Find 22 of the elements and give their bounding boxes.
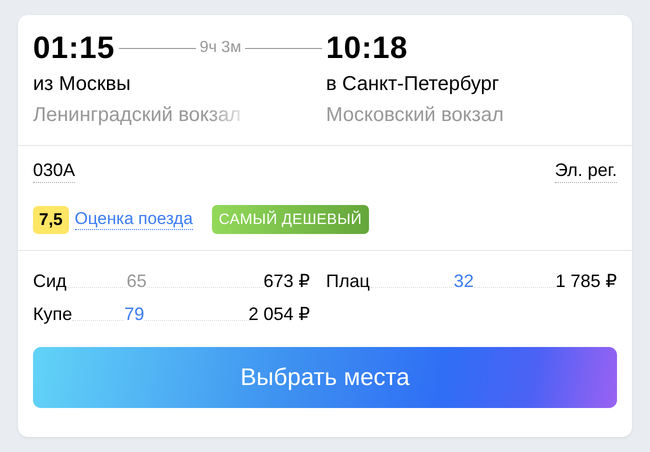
seat-count: 79 bbox=[124, 304, 144, 325]
arrival-station: Московский вокзал bbox=[326, 104, 504, 127]
departure-time: 01:15 bbox=[33, 30, 115, 66]
seat-count: 65 bbox=[126, 271, 147, 292]
fare-price: 1 785 ₽ bbox=[556, 271, 617, 292]
arrival-city: в Санкт-Петербург bbox=[326, 73, 500, 96]
fare-class: Плац bbox=[326, 271, 370, 292]
fare-price: 2 054 ₽ bbox=[248, 304, 310, 325]
rating-link[interactable]: Оценка поезда bbox=[74, 209, 193, 230]
choose-seats-button[interactable]: Выбрать места bbox=[33, 347, 617, 408]
trip-duration: 9ч 3м bbox=[200, 39, 242, 57]
rating-score: 7,5 bbox=[33, 206, 69, 234]
fare-price: 673 ₽ bbox=[264, 271, 310, 292]
cheapest-tag: САМЫЙ ДЕШЕВЫЙ bbox=[212, 205, 369, 234]
train-number[interactable]: 030A bbox=[33, 160, 76, 183]
departure-station: Ленинградский вокзал bbox=[33, 104, 241, 127]
fare-class: Купе bbox=[33, 304, 72, 325]
seat-count: 32 bbox=[454, 271, 474, 292]
departure-city: из Москвы bbox=[33, 73, 132, 96]
fare-class: Сид bbox=[33, 271, 67, 292]
train-type[interactable]: Эл. рег. bbox=[554, 160, 617, 183]
arrival-time: 10:18 bbox=[326, 30, 408, 66]
